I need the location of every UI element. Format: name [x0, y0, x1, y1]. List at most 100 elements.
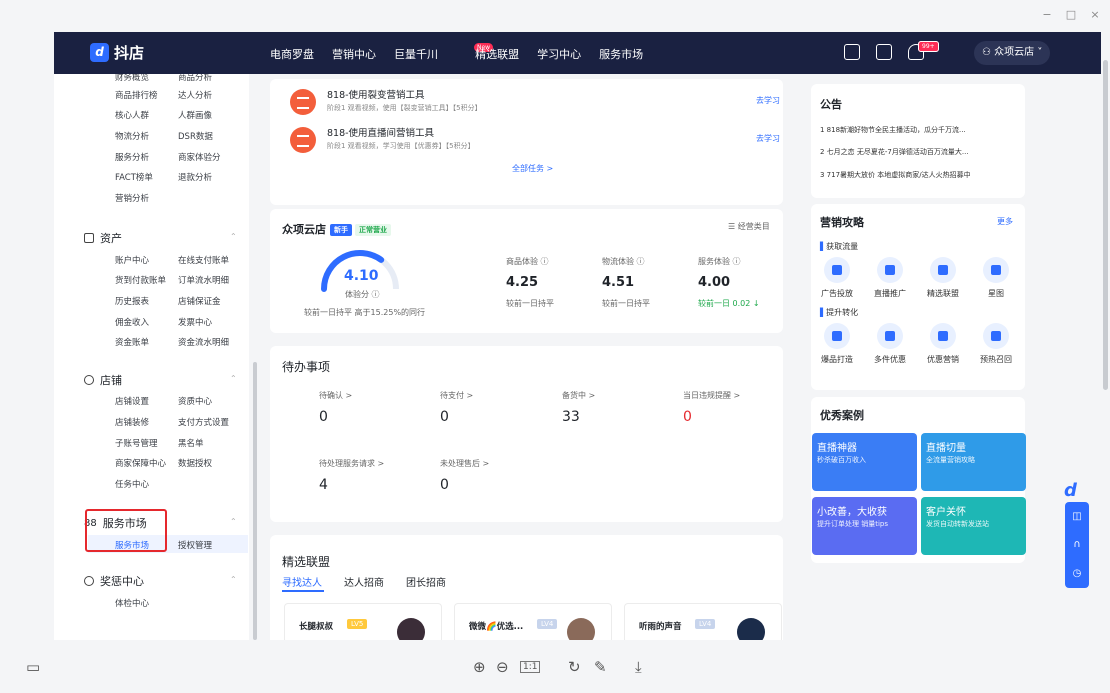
sidebar-link[interactable]: 账户中心 [115, 254, 149, 266]
case-card[interactable]: 直播神器 秒杀破百万收入 [812, 433, 917, 491]
mobile-icon[interactable] [844, 44, 860, 60]
message-icon[interactable] [876, 44, 892, 60]
headset-icon[interactable]: ∩ [1073, 539, 1080, 550]
sidebar-link[interactable]: 商品分析 [178, 74, 212, 83]
sidebar-group-assets[interactable]: 资产 [84, 230, 122, 246]
sidebar-link[interactable]: 商家体验分 [178, 151, 221, 163]
zoom-in-icon[interactable]: ⊕ [473, 658, 486, 676]
todo-label[interactable]: 当日违规提醒 > [683, 390, 740, 401]
sidebar-link[interactable]: 服务分析 [115, 151, 149, 163]
sidebar-link[interactable]: 人群画像 [178, 109, 212, 121]
nav-item-qianchuan[interactable]: 巨量千川New [394, 43, 494, 62]
notice-item[interactable]: 3 717暑期大放价 本地虚拟商家/达人火热招募中 [820, 170, 971, 180]
nav-item-compass[interactable]: 电商罗盘 [270, 46, 314, 62]
tab-creator-recruit[interactable]: 达人招商 [344, 574, 384, 589]
download-icon[interactable]: ⤓ [635, 658, 642, 676]
more-link[interactable]: 更多 [997, 216, 1013, 227]
sidebar-link[interactable]: 商家保障中心 [115, 457, 166, 469]
feature-hot-product[interactable]: 爆品打造 [812, 323, 862, 365]
sidebar-link[interactable]: 核心人群 [115, 109, 149, 121]
todo-label[interactable]: 待处理服务请求 > [319, 458, 384, 469]
minimize-button[interactable]: − [1040, 8, 1054, 22]
feature-multi-discount[interactable]: 多件优惠 [865, 323, 915, 365]
sidebar-link[interactable]: 黑名单 [178, 437, 204, 449]
sidebar-link[interactable]: 订单流水明细 [178, 274, 229, 286]
sidebar-link[interactable]: 支付方式设置 [178, 416, 229, 428]
sidebar-link[interactable]: 营销分析 [115, 192, 149, 204]
sidebar-link[interactable]: 授权管理 [178, 539, 212, 551]
nav-item-service-market[interactable]: 服务市场 [599, 46, 643, 62]
tab-leader-recruit[interactable]: 团长招商 [406, 574, 446, 589]
sidebar-link[interactable]: 财务概览 [115, 74, 149, 83]
notice-card: 公告 1 818新潮好物节全民主播活动，瓜分千万流... 2 七月之恋 无尽夏花… [811, 84, 1025, 198]
nav-item-alliance[interactable]: 精选联盟 [475, 46, 519, 62]
sidebar-link[interactable]: 任务中心 [115, 478, 149, 490]
feature-recall[interactable]: 预热召回 [971, 323, 1021, 365]
learn-link[interactable]: 去学习 [756, 133, 780, 144]
creator-card[interactable]: 长腿叔叔 LV5 [284, 603, 442, 640]
chevron-up-icon[interactable]: ⌃ [230, 374, 237, 383]
feature-coupon[interactable]: 优惠营销 [918, 323, 968, 365]
logo[interactable]: d 抖店 [90, 42, 144, 63]
case-card[interactable]: 小改善，大收获 提升订单处理 销量tips [812, 497, 917, 555]
case-card[interactable]: 直播切量 全流量营销攻略 [921, 433, 1026, 491]
panel-icon[interactable]: ▭ [26, 658, 40, 676]
todo-label[interactable]: 待确认 > [319, 390, 352, 401]
sidebar-link[interactable]: 店铺保证金 [178, 295, 221, 307]
sidebar-link[interactable]: 子账号管理 [115, 437, 158, 449]
feature-xingtu[interactable]: 星图 [971, 257, 1021, 299]
edit-icon[interactable]: ✎ [594, 658, 607, 676]
book-icon[interactable]: ◫ [1072, 511, 1081, 522]
close-button[interactable]: × [1088, 8, 1102, 22]
sidebar-link[interactable]: 商品排行榜 [115, 89, 158, 101]
nav-item-learning[interactable]: 学习中心 [537, 46, 581, 62]
sidebar-group-rewards[interactable]: 奖惩中心 [84, 573, 144, 589]
zoom-out-icon[interactable]: ⊖ [496, 658, 509, 676]
feature-alliance[interactable]: 精选联盟 [918, 257, 968, 299]
page-scrollbar-thumb[interactable] [1103, 60, 1108, 390]
todo-label[interactable]: 备货中 > [562, 390, 595, 401]
sidebar-link[interactable]: 资质中心 [178, 395, 212, 407]
todo-label[interactable]: 待支付 > [440, 390, 473, 401]
sidebar-link[interactable]: DSR数据 [178, 130, 213, 142]
feature-live-promo[interactable]: 直播推广 [865, 257, 915, 299]
user-menu[interactable]: ⚇ 众项云店 ˅ [974, 41, 1051, 65]
nav-item-marketing[interactable]: 营销中心 [332, 46, 376, 62]
sidebar-link[interactable]: 退款分析 [178, 171, 212, 183]
creator-card[interactable]: 听雨的声音 LV4 [624, 603, 782, 640]
sidebar-link[interactable]: 店铺装修 [115, 416, 149, 428]
sidebar-link[interactable]: 在线支付账单 [178, 254, 229, 266]
sidebar-link[interactable]: 体检中心 [115, 597, 149, 609]
sidebar-link[interactable]: 达人分析 [178, 89, 212, 101]
tab-find-creator[interactable]: 寻找达人 [282, 574, 322, 589]
maximize-button[interactable]: □ [1064, 8, 1078, 22]
sidebar-link[interactable]: FACT榜单 [115, 171, 153, 183]
sidebar-link[interactable]: 资金流水明细 [178, 336, 229, 348]
bell-icon[interactable]: 99+ [908, 41, 939, 60]
feature-ads[interactable]: 广告投放 [812, 257, 862, 299]
all-tasks-link[interactable]: 全部任务 > [512, 163, 553, 174]
chevron-up-icon[interactable]: ⌃ [230, 232, 237, 241]
sidebar-link[interactable]: 历史报表 [115, 295, 149, 307]
chevron-up-icon[interactable]: ⌃ [230, 575, 237, 584]
clock-icon[interactable]: ◷ [1073, 568, 1082, 579]
notice-item[interactable]: 1 818新潮好物节全民主播活动，瓜分千万流... [820, 125, 966, 135]
sidebar-link[interactable]: 物流分析 [115, 130, 149, 142]
sidebar-link[interactable]: 资金账单 [115, 336, 149, 348]
sidebar-group-shop[interactable]: 店铺 [84, 372, 122, 388]
sidebar-link[interactable]: 佣金收入 [115, 316, 149, 328]
sidebar-link[interactable]: 发票中心 [178, 316, 212, 328]
rotate-icon[interactable]: ↻ [568, 658, 581, 676]
creator-card[interactable]: 微微🌈优选... LV4 [454, 603, 612, 640]
actual-size-icon[interactable]: 1:1 [520, 661, 541, 673]
sidebar-link[interactable]: 货到付款账单 [115, 274, 166, 286]
case-card[interactable]: 客户关怀 发货自动转新发送站 [921, 497, 1026, 555]
notice-item[interactable]: 2 七月之恋 无尽夏花-7月弹德活动百万流量大... [820, 147, 969, 157]
category-link[interactable]: ☰ 经营类目 [728, 221, 770, 232]
learn-link[interactable]: 去学习 [756, 95, 780, 106]
chevron-up-icon[interactable]: ⌃ [230, 517, 237, 526]
sidebar-link[interactable]: 店铺设置 [115, 395, 149, 407]
sidebar-link[interactable]: 数据授权 [178, 457, 212, 469]
sidebar-scrollbar[interactable] [253, 362, 257, 640]
todo-label[interactable]: 未处理售后 > [440, 458, 489, 469]
